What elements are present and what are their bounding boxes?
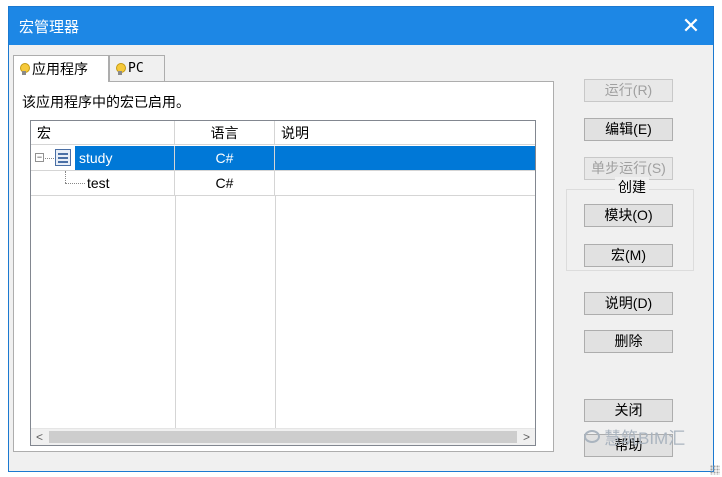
tree-connector <box>65 183 85 184</box>
title-bar[interactable]: 宏管理器 ✕ <box>9 7 713 45</box>
macro-status-text: 该应用程序中的宏已启用。 <box>22 94 190 110</box>
macro-language-cell: C# <box>175 146 275 170</box>
close-icon[interactable]: ✕ <box>669 7 713 45</box>
scroll-left-icon[interactable]: < <box>31 429 48 445</box>
edit-button[interactable]: 编辑(E) <box>584 118 673 141</box>
tab-pc[interactable]: PC <box>109 55 165 81</box>
macro-name-cell: test <box>87 171 175 195</box>
column-divider <box>275 196 276 428</box>
column-divider <box>175 196 176 428</box>
table-row-study[interactable]: − study C# <box>31 146 535 170</box>
macro-language-cell: C# <box>175 171 275 195</box>
watermark-text: 慧筑BIM汇 <box>604 429 686 448</box>
lightbulb-icon <box>116 62 126 75</box>
module-button[interactable]: 模块(O) <box>584 204 673 227</box>
column-header-macro[interactable]: 宏 <box>31 121 175 145</box>
tab-application[interactable]: 应用程序 <box>13 55 109 82</box>
tree-connector <box>45 158 54 159</box>
collapse-icon[interactable]: − <box>35 153 44 162</box>
scroll-thumb[interactable] <box>49 431 517 443</box>
macro-description-cell <box>275 171 535 195</box>
lightbulb-icon <box>20 63 30 75</box>
macro-description-cell <box>275 146 535 170</box>
resize-grip[interactable] <box>710 465 720 475</box>
window-title: 宏管理器 <box>19 19 80 36</box>
description-button[interactable]: 说明(D) <box>584 292 673 315</box>
macro-project-icon <box>55 149 71 166</box>
macro-name-cell: study <box>75 146 175 170</box>
row-divider <box>31 195 535 196</box>
create-group-label: 创建 <box>615 177 649 197</box>
macro-button[interactable]: 宏(M) <box>584 244 673 267</box>
scroll-right-icon[interactable]: > <box>518 429 535 445</box>
delete-button[interactable]: 删除 <box>584 330 673 353</box>
horizontal-scrollbar[interactable]: < > <box>31 428 535 445</box>
column-header-language[interactable]: 语言 <box>175 121 275 145</box>
table-row-test[interactable]: test C# <box>31 171 535 195</box>
run-button[interactable]: 运行(R) <box>584 79 673 102</box>
watermark: 慧筑BIM汇 <box>584 424 685 449</box>
macro-list[interactable]: 宏 语言 说明 − study C# test C# < > <box>30 120 536 446</box>
tree-connector <box>65 171 66 183</box>
wechat-icon <box>584 430 600 443</box>
column-header-description[interactable]: 说明 <box>275 121 535 145</box>
list-header: 宏 语言 说明 <box>31 121 535 145</box>
tab-application-label: 应用程序 <box>32 61 88 77</box>
tab-pc-label: PC <box>128 61 144 76</box>
close-button[interactable]: 关闭 <box>584 399 673 422</box>
tab-panel-application: 该应用程序中的宏已启用。 宏 语言 说明 − study C# test C# … <box>13 81 554 452</box>
